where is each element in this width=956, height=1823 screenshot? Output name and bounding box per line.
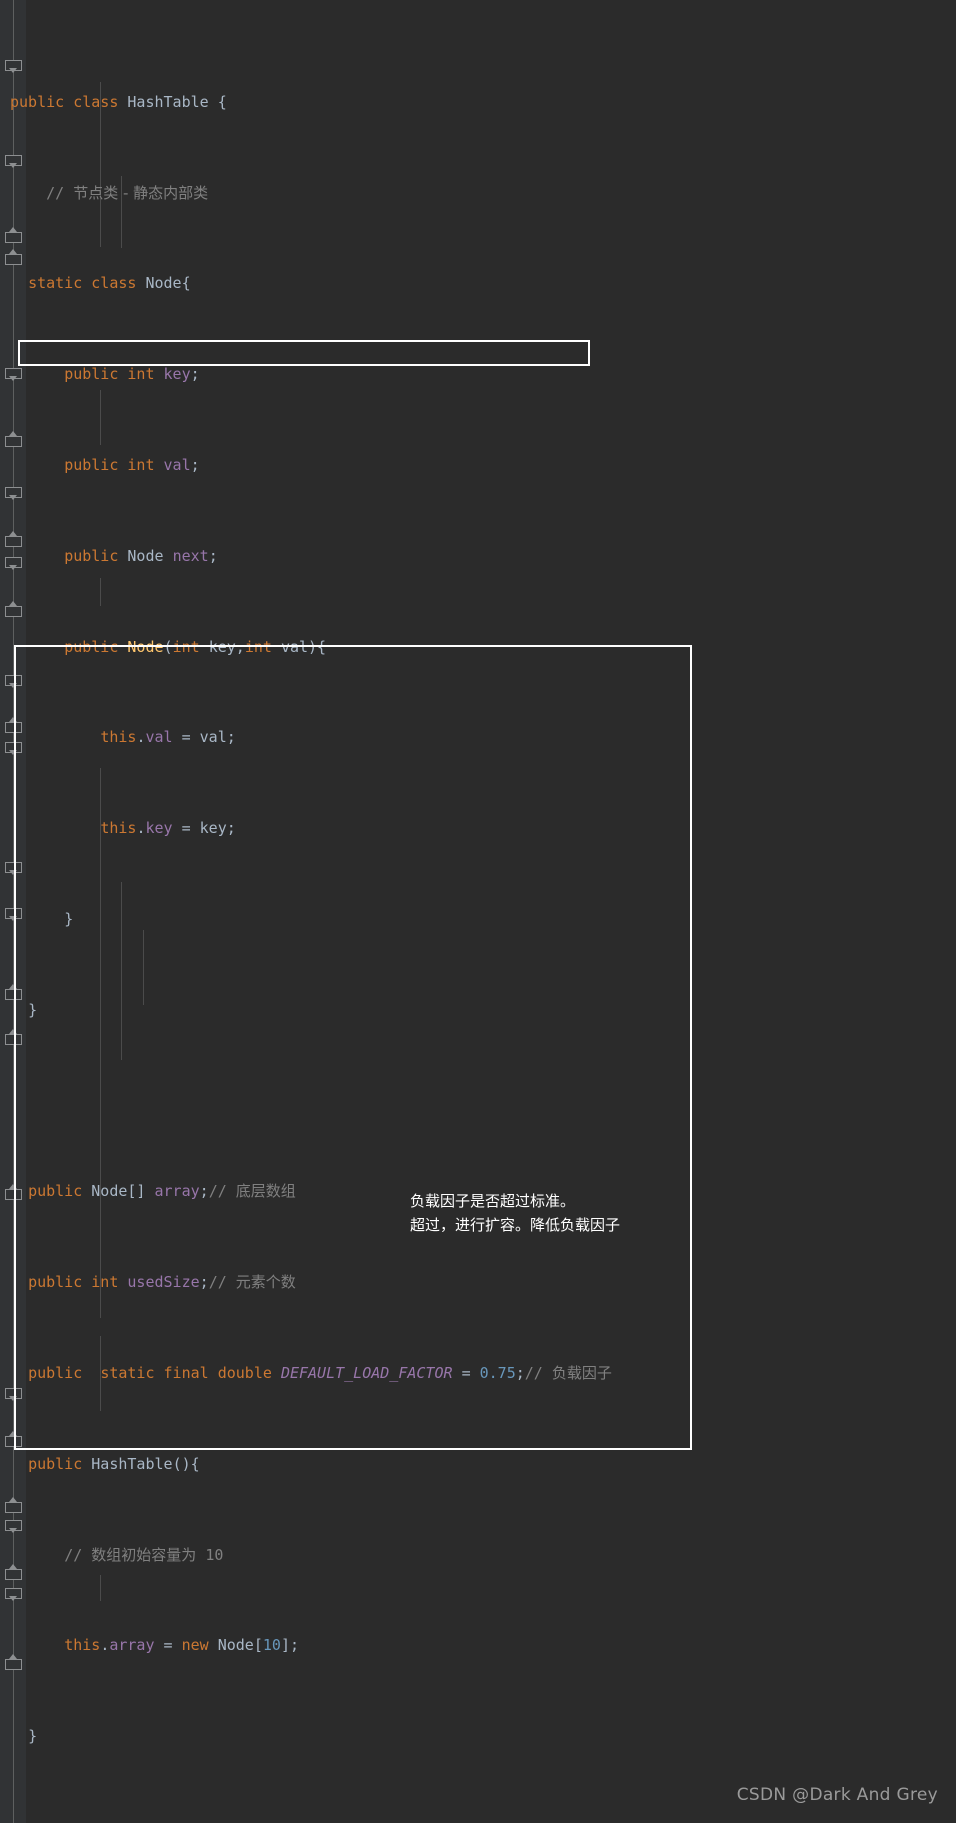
annotation-load-factor-line1: 负载因子是否超过标准。	[410, 1192, 576, 1210]
code-line[interactable]: public int val;	[0, 454, 956, 477]
code-line[interactable]: public Node next;	[0, 545, 956, 568]
code-line[interactable]: // 数组初始容量为 10	[0, 1544, 956, 1567]
code-line[interactable]: public int usedSize;// 元素个数	[0, 1271, 956, 1294]
code-line[interactable]	[0, 1816, 956, 1823]
code-line[interactable]: }	[0, 908, 956, 931]
code-line[interactable]: public Node(int key,int val){	[0, 636, 956, 659]
code-line[interactable]: this.array = new Node[10];	[0, 1634, 956, 1657]
code-line[interactable]	[0, 1090, 956, 1113]
code-line[interactable]: }	[0, 1725, 956, 1748]
code-content[interactable]: public class HashTable { // 节点类 - 静态内部类 …	[0, 0, 956, 1823]
code-editor[interactable]: public class HashTable { // 节点类 - 静态内部类 …	[0, 0, 956, 1823]
csdn-watermark: CSDN @Dark And Grey	[736, 1785, 938, 1805]
code-line[interactable]: this.val = val;	[0, 726, 956, 749]
annotation-load-factor-line2: 超过，进行扩容。降低负载因子	[410, 1216, 621, 1234]
code-line[interactable]: // 节点类 - 静态内部类	[0, 182, 956, 205]
code-line[interactable]: }	[0, 999, 956, 1022]
code-line[interactable]: public HashTable(){	[0, 1453, 956, 1476]
code-line[interactable]: static class Node{	[0, 272, 956, 295]
code-line[interactable]: public class HashTable {	[0, 91, 956, 114]
code-line[interactable]: this.key = key;	[0, 817, 956, 840]
code-line[interactable]: public static final double DEFAULT_LOAD_…	[0, 1362, 956, 1385]
code-line[interactable]: public int key;	[0, 363, 956, 386]
